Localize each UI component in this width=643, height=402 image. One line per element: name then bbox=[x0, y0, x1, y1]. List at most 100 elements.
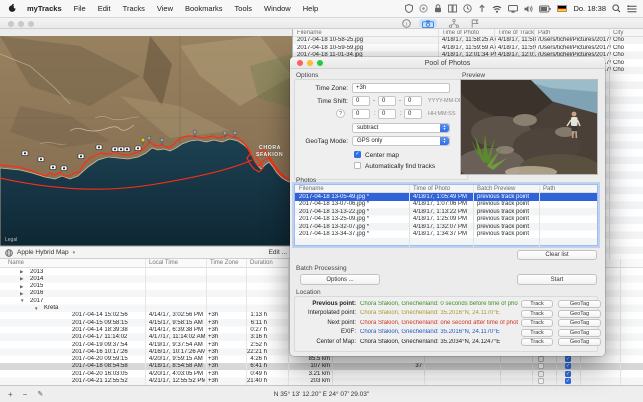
pool-row[interactable]: 2017-04-18 10-59-59.jpg4/18/17, 11:59:59… bbox=[293, 44, 643, 52]
photo-marker-camera-icon[interactable] bbox=[124, 147, 130, 152]
pool-row[interactable]: 2017-04-18 10-58-25.jpg4/18/17, 11:58:25… bbox=[293, 37, 643, 45]
location-track-button[interactable]: Track bbox=[521, 300, 553, 308]
lock-icon[interactable] bbox=[434, 4, 442, 13]
wifi-icon[interactable] bbox=[492, 5, 502, 13]
map-provider-select[interactable]: Apple Hybrid Map bbox=[17, 249, 69, 256]
location-track-button[interactable]: Track bbox=[521, 319, 553, 327]
shift-minute-field[interactable]: 0 bbox=[378, 109, 396, 119]
dialog-photo-row[interactable]: 2017-04-18 13-13-22.jpg *4/18/17, 1:13:2… bbox=[295, 208, 597, 216]
location-geotag-button[interactable]: GeoTag bbox=[558, 300, 601, 308]
menu-window[interactable]: Window bbox=[258, 4, 297, 13]
batch-options-button[interactable]: Options ... bbox=[300, 274, 380, 285]
disclosure-expanded-icon[interactable]: ▼ bbox=[20, 298, 24, 303]
disclosure-collapsed-icon[interactable]: ▶ bbox=[20, 284, 23, 290]
spotlight-search-icon[interactable] bbox=[612, 4, 621, 13]
track-checkbox-visible[interactable]: ✓ bbox=[565, 363, 571, 369]
disclosure-collapsed-icon[interactable]: ▶ bbox=[20, 276, 23, 282]
track-checkbox-visible[interactable]: ✓ bbox=[565, 356, 571, 362]
window-minimize-button[interactable] bbox=[18, 21, 24, 27]
menu-tools[interactable]: Tools bbox=[229, 4, 259, 13]
track-checkbox-visible[interactable]: ✓ bbox=[565, 371, 571, 377]
photo-marker-camera-icon[interactable] bbox=[78, 154, 84, 159]
clear-list-button[interactable]: Clear list bbox=[517, 250, 597, 260]
location-geotag-button[interactable]: GeoTag bbox=[558, 310, 601, 318]
photo-marker-camera-icon[interactable] bbox=[38, 157, 44, 162]
window-close-button[interactable] bbox=[8, 21, 14, 27]
dialog-photo-row[interactable]: 2017-04-18 13-05-49.jpg *4/18/17, 1:05:4… bbox=[295, 193, 597, 201]
location-track-button[interactable]: Track bbox=[521, 310, 553, 318]
shift-second-field[interactable]: 0 bbox=[404, 109, 422, 119]
help-button[interactable]: ? bbox=[336, 109, 345, 118]
dialog-titlebar[interactable]: Pool of Photos bbox=[290, 57, 605, 69]
map-edit-button[interactable]: Edit ... bbox=[269, 249, 287, 256]
photos-mode-button[interactable] bbox=[419, 19, 437, 28]
shift-month-field[interactable]: 0 bbox=[378, 96, 396, 106]
book-icon[interactable] bbox=[448, 4, 457, 13]
keyboard-layout-flag-icon[interactable] bbox=[557, 5, 567, 12]
photo-marker-camera-icon[interactable] bbox=[96, 145, 102, 150]
track-checkbox-secondary[interactable] bbox=[538, 371, 544, 377]
volume-icon[interactable] bbox=[524, 5, 533, 13]
dot-circle-icon[interactable] bbox=[419, 4, 428, 13]
geotag-mode-select[interactable]: GPS only ▲▼ bbox=[352, 136, 450, 146]
disclosure-collapsed-icon[interactable]: ▶ bbox=[20, 269, 23, 275]
dialog-photo-row[interactable]: 2017-04-18 13-25-09.jpg *4/18/17, 1:25:0… bbox=[295, 216, 597, 224]
menubar-clock[interactable]: Do. 18:38 bbox=[573, 4, 606, 13]
photo-marker-camera-icon[interactable] bbox=[22, 151, 28, 156]
menu-file[interactable]: File bbox=[68, 4, 92, 13]
shift-year-field[interactable]: 0 bbox=[352, 96, 370, 106]
shift-hour-field[interactable]: 0 bbox=[352, 109, 370, 119]
track-checkbox-visible[interactable]: ✓ bbox=[565, 378, 571, 384]
photo-marker-camera-icon[interactable] bbox=[118, 147, 124, 152]
location-geotag-button[interactable]: GeoTag bbox=[558, 338, 601, 346]
photo-marker-camera-icon[interactable] bbox=[112, 147, 118, 152]
apple-menu[interactable] bbox=[0, 3, 21, 15]
dialog-photo-row[interactable]: 2017-04-18 13-34-37.jpg *4/18/17, 1:34:3… bbox=[295, 231, 597, 239]
start-button[interactable]: Start bbox=[517, 274, 597, 285]
menu-bookmarks[interactable]: Bookmarks bbox=[179, 4, 229, 13]
shift-day-field[interactable]: 0 bbox=[404, 96, 422, 106]
photo-marker-camera-icon[interactable] bbox=[61, 166, 67, 171]
photo-marker-camera-icon[interactable] bbox=[50, 165, 56, 170]
track-row[interactable]: 2017-04-20 09:59:154/20/17, 9:59:15 AM+3… bbox=[0, 356, 643, 363]
clock-icon[interactable] bbox=[463, 4, 472, 13]
shield-icon[interactable] bbox=[405, 4, 413, 13]
photo-marker-camera-icon[interactable] bbox=[135, 146, 141, 151]
track-checkbox-secondary[interactable] bbox=[538, 356, 544, 362]
track-row[interactable]: 2017-04-20 16:03:054/20/17, 4:03:05 PM+3… bbox=[0, 370, 643, 377]
track-checkbox-secondary[interactable] bbox=[538, 378, 544, 384]
location-track-button[interactable]: Track bbox=[521, 338, 553, 346]
map-view[interactable]: CHORA SFAKION Legal bbox=[0, 36, 292, 246]
map-legal-link[interactable]: Legal bbox=[5, 237, 17, 243]
notification-center-icon[interactable] bbox=[627, 5, 637, 13]
share-button[interactable] bbox=[447, 19, 461, 28]
disclosure-expanded-icon[interactable]: ▼ bbox=[34, 306, 38, 311]
track-local-time: 4/20/17, 4:03:05 PM bbox=[149, 371, 205, 377]
autofind-checkbox[interactable] bbox=[354, 162, 361, 169]
location-track-button[interactable]: Track bbox=[521, 329, 553, 337]
menu-edit[interactable]: Edit bbox=[92, 4, 117, 13]
dialog-photo-row[interactable]: 2017-04-18 13-32-07.jpg *4/18/17, 1:32:0… bbox=[295, 223, 597, 231]
menu-view[interactable]: View bbox=[151, 4, 179, 13]
menu-help[interactable]: Help bbox=[297, 4, 324, 13]
menu-app-name[interactable]: myTracks bbox=[21, 4, 68, 13]
location-geotag-button[interactable]: GeoTag bbox=[558, 329, 601, 337]
location-geotag-button[interactable]: GeoTag bbox=[558, 319, 601, 327]
shift-mode-select[interactable]: subtract ▲▼ bbox=[352, 123, 450, 133]
updates-icon[interactable] bbox=[478, 4, 486, 13]
track-row[interactable]: 2017-04-21 12:55:524/21/17, 12:55:52 PM+… bbox=[0, 378, 643, 385]
track-row[interactable]: 2017-04-18 08:54:584/18/17, 8:54:58 AM+3… bbox=[0, 363, 643, 370]
dialog-photo-row[interactable]: 2017-04-18 13-07-06.jpg *4/18/17, 1:07:0… bbox=[295, 201, 597, 209]
map-provider-bar: Apple Hybrid Map ▾ Edit ... bbox=[0, 246, 292, 259]
track-checkbox-secondary[interactable] bbox=[538, 363, 544, 369]
menu-tracks[interactable]: Tracks bbox=[117, 4, 151, 13]
time-zone-field[interactable]: +3h bbox=[352, 83, 450, 93]
center-map-checkbox[interactable]: ✓ bbox=[354, 151, 361, 158]
track-name: 2017-04-18 08:54:58 bbox=[72, 363, 144, 369]
disclosure-collapsed-icon[interactable]: ▶ bbox=[20, 291, 23, 297]
display-icon[interactable] bbox=[508, 5, 518, 13]
window-zoom-button[interactable] bbox=[28, 21, 34, 27]
battery-icon[interactable] bbox=[539, 5, 551, 13]
flag-button[interactable] bbox=[469, 19, 481, 28]
info-button[interactable]: i bbox=[400, 19, 412, 28]
